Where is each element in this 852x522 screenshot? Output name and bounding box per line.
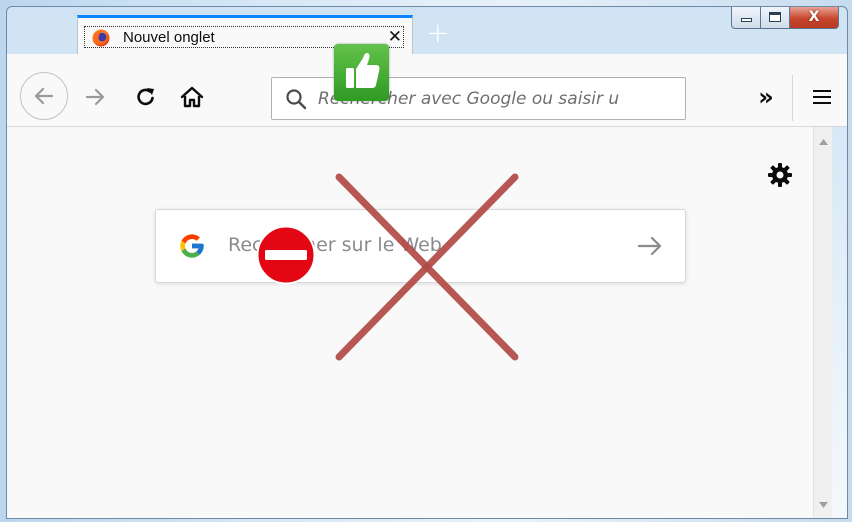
thumbs-up-icon (346, 53, 380, 88)
overflow-menu-button[interactable]: » (748, 79, 784, 115)
maximize-button[interactable] (760, 7, 790, 29)
reload-icon (137, 88, 154, 106)
search-icon (286, 89, 307, 110)
chevron-down-icon (818, 502, 828, 508)
gear-icon[interactable] (766, 161, 794, 189)
reload-button[interactable] (129, 79, 163, 115)
forward-arrow-icon (85, 88, 105, 106)
google-g-logo (180, 234, 204, 258)
forward-button[interactable] (77, 79, 113, 115)
firefox-icon (92, 29, 110, 47)
hamburger-menu-icon (813, 90, 831, 104)
close-icon: X (808, 9, 820, 25)
red-x-icon (335, 173, 519, 361)
maximize-icon (769, 12, 781, 22)
close-window-button[interactable]: X (789, 7, 839, 29)
tab-close-button[interactable]: ✕ (388, 27, 402, 47)
main-menu-button[interactable] (804, 79, 840, 115)
toolbar-separator (792, 75, 793, 121)
home-icon (180, 86, 204, 108)
navigation-toolbar: » (7, 54, 847, 127)
minimize-icon (741, 18, 752, 22)
back-arrow-icon (34, 87, 54, 105)
minimize-button[interactable] (731, 7, 761, 29)
thumbs-up-badge (334, 44, 389, 101)
back-button[interactable] (20, 72, 68, 120)
vertical-scrollbar[interactable] (813, 127, 832, 518)
chevron-up-icon (818, 139, 828, 145)
tab-title: Nouvel onglet (123, 29, 215, 46)
home-button[interactable] (175, 79, 209, 115)
browser-window: X Nouvel onglet ✕ + Rechercher avec Goog… (6, 6, 848, 519)
window-controls: X (731, 7, 839, 29)
new-tab-button[interactable]: + (426, 19, 449, 47)
no-entry-icon (256, 225, 316, 285)
scroll-up-button[interactable] (814, 133, 832, 151)
scroll-down-button[interactable] (814, 496, 832, 514)
search-submit-arrow-icon[interactable] (637, 234, 663, 258)
